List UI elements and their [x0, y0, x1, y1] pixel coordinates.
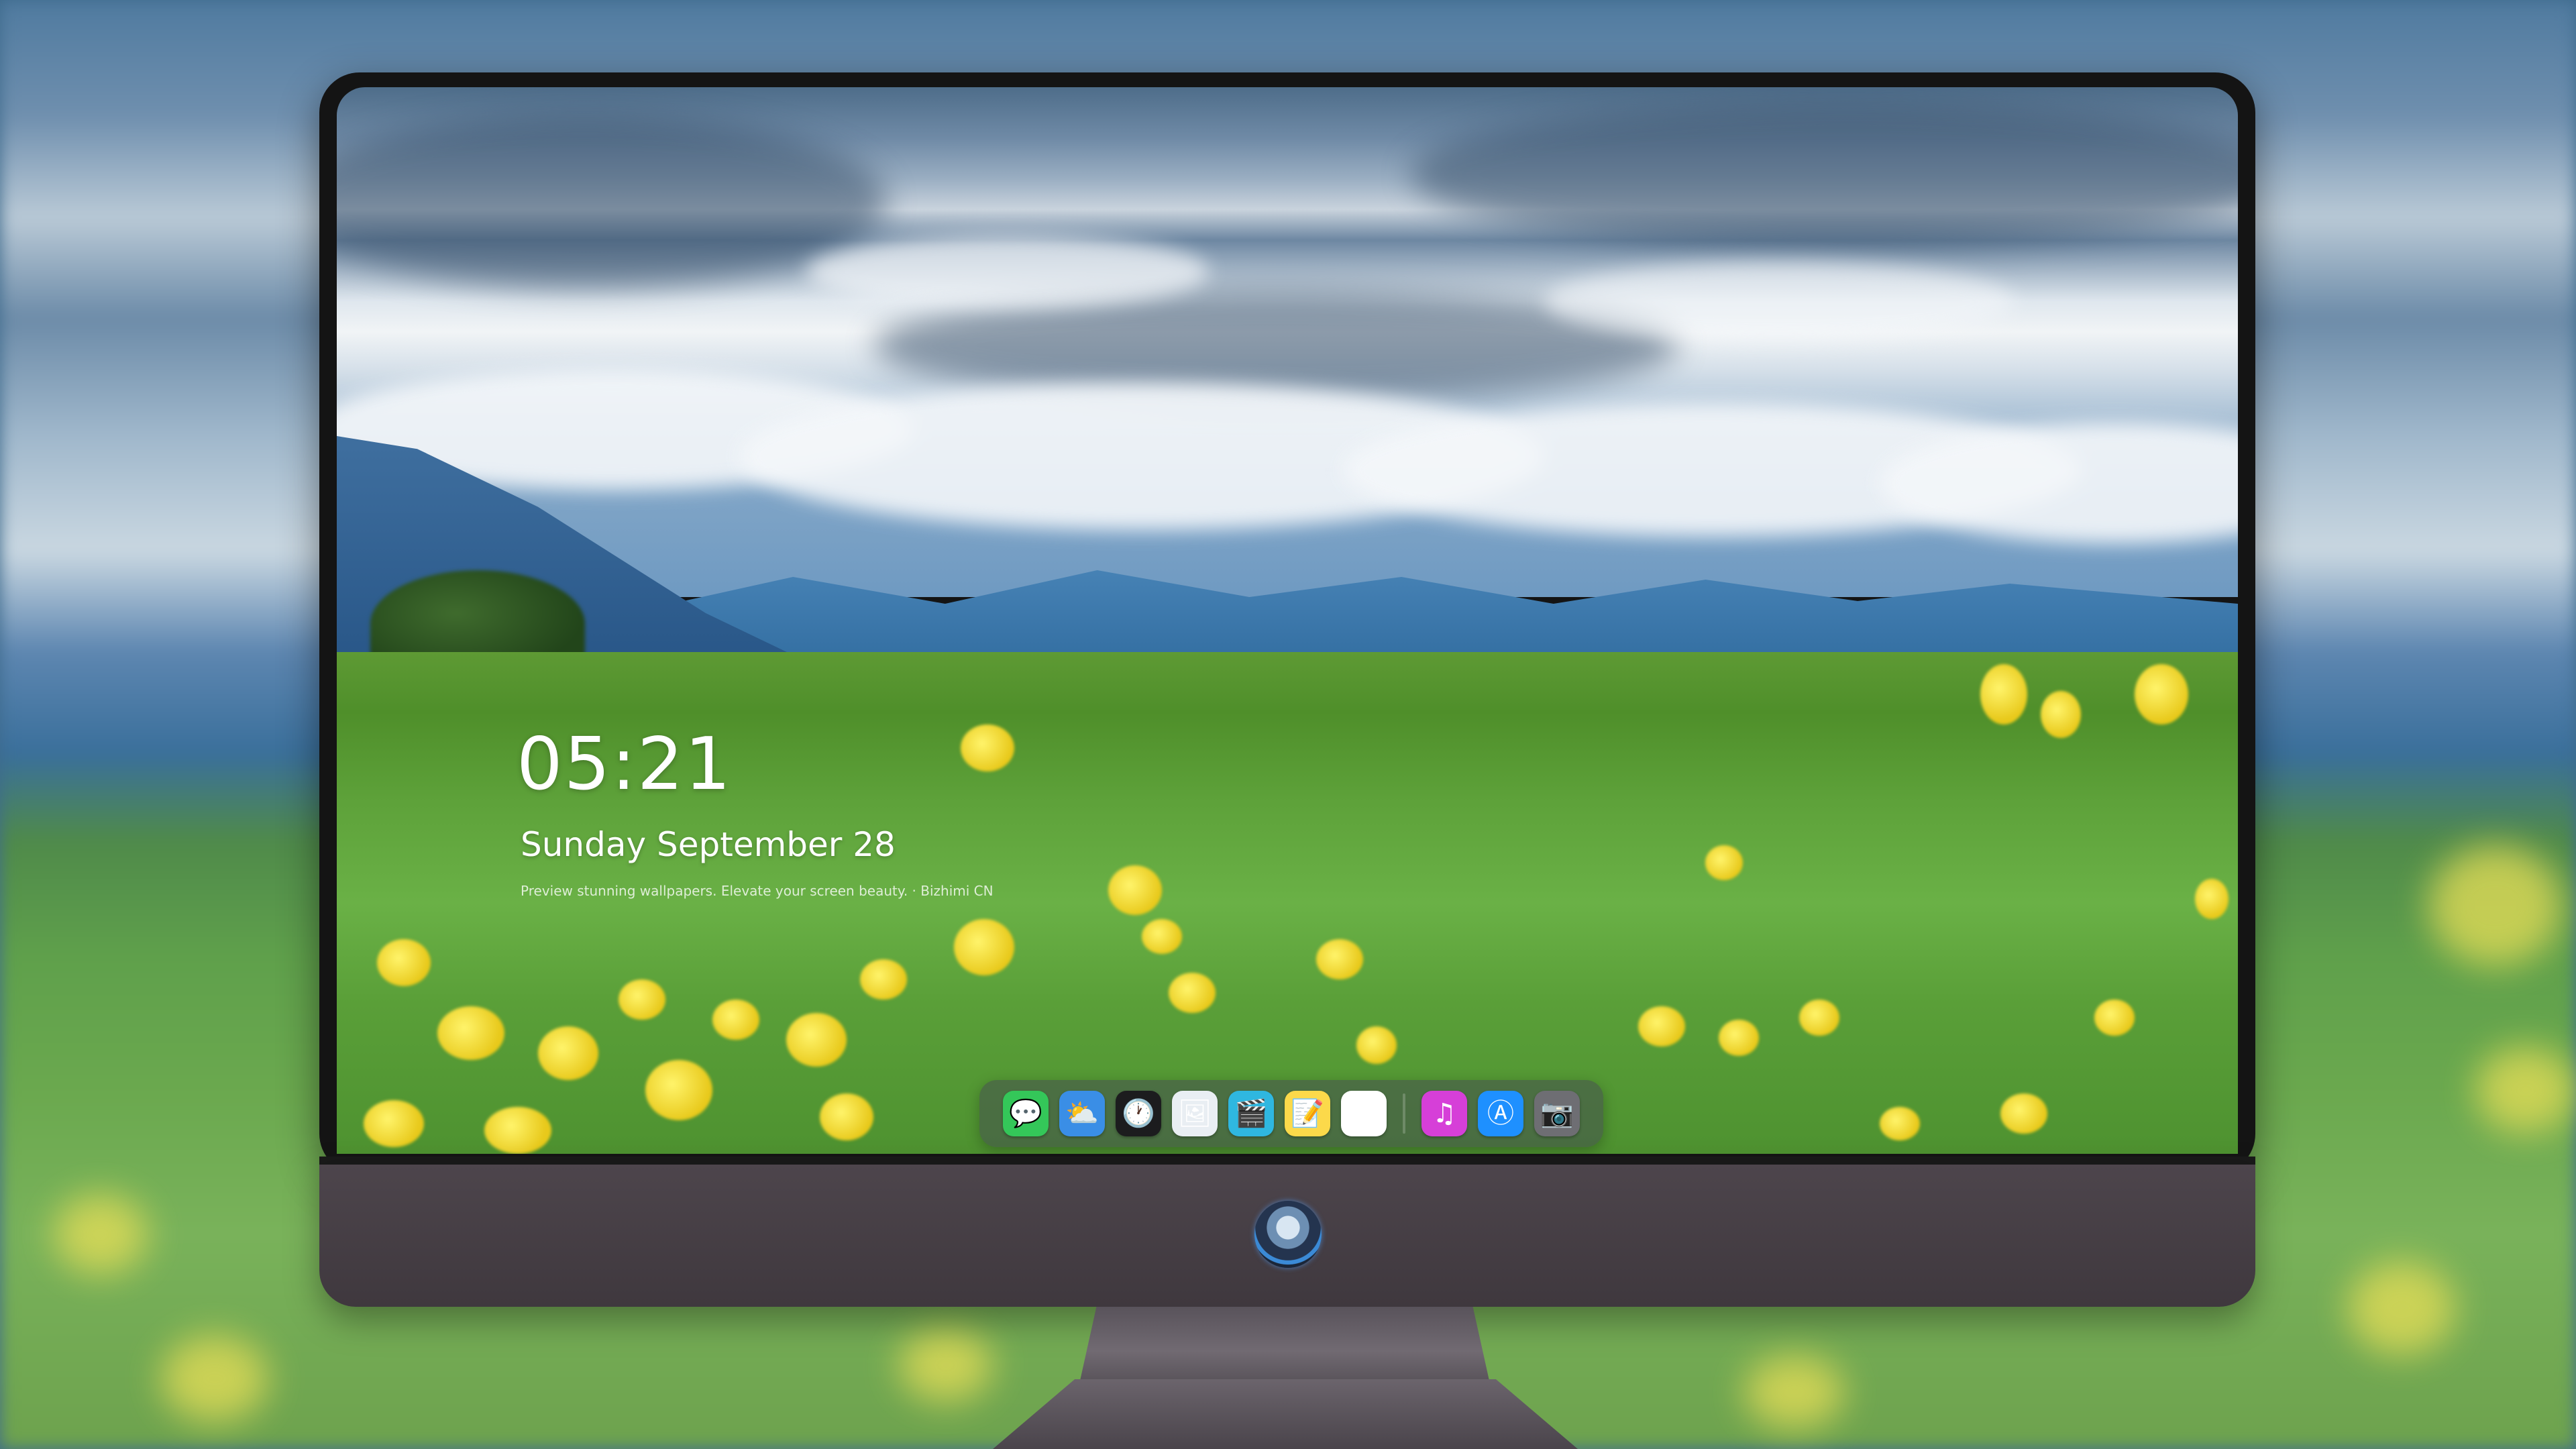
wallpaper-flower	[961, 724, 1014, 771]
backdrop-flower	[2475, 1046, 2576, 1134]
preview-icon[interactable]: 🖼	[1172, 1091, 1218, 1136]
wallpaper-flower	[1799, 1000, 1839, 1036]
wallpaper-cloud	[806, 235, 1209, 309]
weather-icon[interactable]: ⛅	[1059, 1091, 1105, 1136]
wallpaper-flower	[786, 1013, 847, 1067]
wallpaper-flower	[712, 1000, 759, 1040]
backdrop-flower	[161, 1335, 268, 1422]
photo-booth-icon[interactable]: 🗂	[1341, 1091, 1387, 1136]
wallpaper-flower	[2195, 879, 2229, 919]
wallpaper-flower	[645, 1060, 712, 1120]
desktop-screen: 05:21 Sunday September 28 Preview stunni…	[337, 87, 2238, 1154]
dock: 💬 ⛅ 🕐 🖼 🎬 📝 🗂 ♫ Ⓐ 📷	[979, 1080, 1603, 1147]
app-store-icon[interactable]: Ⓐ	[1478, 1091, 1523, 1136]
backdrop-flower	[1744, 1355, 1845, 1429]
clock-icon[interactable]: 🕐	[1116, 1091, 1161, 1136]
backdrop-flower	[2428, 845, 2563, 966]
clock-date: Sunday September 28	[521, 825, 896, 864]
backdrop-flower	[899, 1328, 993, 1402]
wallpaper-flower	[619, 979, 665, 1020]
wallpaper-flower	[1719, 1020, 1759, 1056]
backdrop-flower	[54, 1194, 148, 1275]
scene: 05:21 Sunday September 28 Preview stunni…	[0, 0, 2576, 1449]
wallpaper-flower	[1638, 1006, 1685, 1046]
clock-time: 05:21	[517, 722, 733, 806]
wallpaper-flower	[954, 919, 1014, 975]
wallpaper-flower	[1108, 865, 1162, 915]
wallpaper-flower	[820, 1093, 873, 1140]
wallpaper-flower	[1705, 845, 1743, 880]
wallpaper-flower	[484, 1107, 551, 1154]
wallpaper-flower	[2094, 1000, 2135, 1036]
wallpaper-flower	[437, 1006, 504, 1060]
wallpaper-flower	[1980, 664, 2027, 724]
wallpaper-flower	[364, 1100, 424, 1147]
wallpaper-flower	[1356, 1026, 1397, 1064]
wallpaper-flower	[1880, 1107, 1920, 1140]
notes-icon[interactable]: 📝	[1285, 1091, 1330, 1136]
wallpaper-flower	[860, 959, 907, 1000]
wallpaper-flower	[538, 1026, 598, 1080]
wallpaper-flower	[2135, 664, 2188, 724]
backdrop-flower	[2348, 1261, 2455, 1355]
wallpaper-flower	[2000, 1093, 2047, 1134]
wallpaper-flower	[2041, 691, 2081, 738]
music-icon[interactable]: ♫	[1421, 1091, 1467, 1136]
dock-separator	[1403, 1093, 1405, 1134]
brand-logo-icon	[1254, 1201, 1322, 1268]
wallpaper-cloud	[1544, 262, 2014, 342]
monitor-stand-foot	[993, 1379, 1578, 1449]
wallpaper-flower	[1169, 973, 1216, 1013]
wallpaper-cloud	[1410, 101, 2238, 248]
wallpaper-credit: Preview stunning wallpapers. Elevate you…	[521, 883, 994, 899]
monitor-stand-neck	[1080, 1307, 1489, 1381]
wallpaper-flower	[1142, 919, 1182, 954]
camera-icon[interactable]: 📷	[1534, 1091, 1580, 1136]
wallpaper-flower	[1316, 939, 1363, 979]
messages-icon[interactable]: 💬	[1003, 1091, 1049, 1136]
wallpaper-flower	[377, 939, 431, 986]
clips-icon[interactable]: 🎬	[1228, 1091, 1274, 1136]
